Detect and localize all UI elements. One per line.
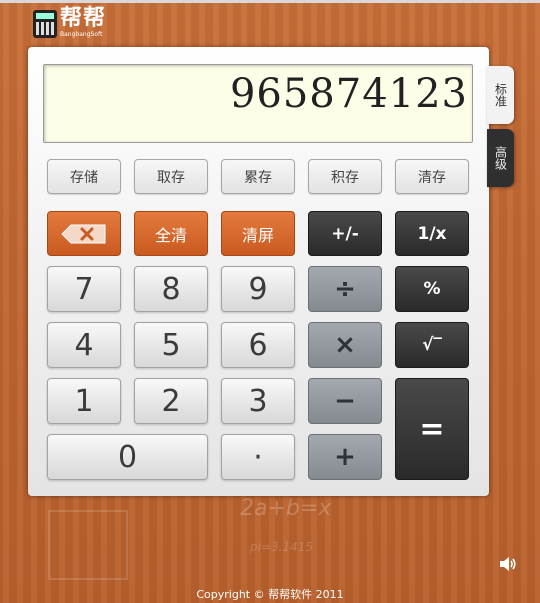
- reciprocal-button[interactable]: 1/x: [395, 211, 469, 256]
- calculator-logo-icon: [33, 10, 57, 38]
- display-screen: 965874123: [43, 64, 473, 143]
- digit-1-button[interactable]: 1: [47, 378, 121, 424]
- memory-clear-button[interactable]: 清存: [395, 159, 469, 194]
- digit-0-button[interactable]: 0: [47, 434, 208, 480]
- memory-add-button[interactable]: 累存: [221, 159, 295, 194]
- memory-store-button[interactable]: 存储: [47, 159, 121, 194]
- background-abacus-decoration: [48, 510, 128, 580]
- digit-8-button[interactable]: 8: [134, 266, 208, 312]
- app-logo: 帮帮 BangbangSoft: [33, 7, 106, 39]
- background-formula-decoration-small: pi=3.1415: [250, 540, 313, 554]
- speaker-icon[interactable]: [499, 556, 517, 572]
- tab-standard[interactable]: 标准: [487, 66, 514, 124]
- digit-5-button[interactable]: 5: [134, 322, 208, 368]
- digit-7-button[interactable]: 7: [47, 266, 121, 312]
- equals-button[interactable]: =: [395, 378, 469, 480]
- tab-advanced[interactable]: 高级: [487, 129, 514, 187]
- sqrt-button[interactable]: √‾: [395, 322, 469, 368]
- divide-button[interactable]: ÷: [308, 266, 382, 312]
- digit-6-button[interactable]: 6: [221, 322, 295, 368]
- backspace-icon: [61, 224, 107, 244]
- copyright-footer: Copyright © 帮帮软件 2011: [196, 588, 344, 601]
- clear-screen-button[interactable]: 清屏: [221, 211, 295, 256]
- calculator-panel: 965874123 存储 取存 累存 积存 清存 全清 清屏 +/- 1/x 7…: [28, 47, 489, 496]
- top-border: [0, 0, 540, 3]
- add-button[interactable]: +: [308, 434, 382, 480]
- digit-4-button[interactable]: 4: [47, 322, 121, 368]
- display-value: 965874123: [229, 71, 468, 117]
- logo-text-en: BangbangSoft: [60, 31, 103, 38]
- percent-button[interactable]: %: [395, 266, 469, 312]
- logo-text-cn: 帮帮: [60, 6, 107, 31]
- decimal-point-button[interactable]: ·: [221, 434, 295, 480]
- digit-2-button[interactable]: 2: [134, 378, 208, 424]
- multiply-button[interactable]: ×: [308, 322, 382, 368]
- backspace-button[interactable]: [47, 211, 121, 256]
- background-formula-decoration: 2a+b=x: [240, 496, 332, 521]
- digit-3-button[interactable]: 3: [221, 378, 295, 424]
- subtract-button[interactable]: −: [308, 378, 382, 424]
- clear-all-button[interactable]: 全清: [134, 211, 208, 256]
- memory-recall-button[interactable]: 取存: [134, 159, 208, 194]
- memory-multiply-button[interactable]: 积存: [308, 159, 382, 194]
- digit-9-button[interactable]: 9: [221, 266, 295, 312]
- negate-button[interactable]: +/-: [308, 211, 382, 256]
